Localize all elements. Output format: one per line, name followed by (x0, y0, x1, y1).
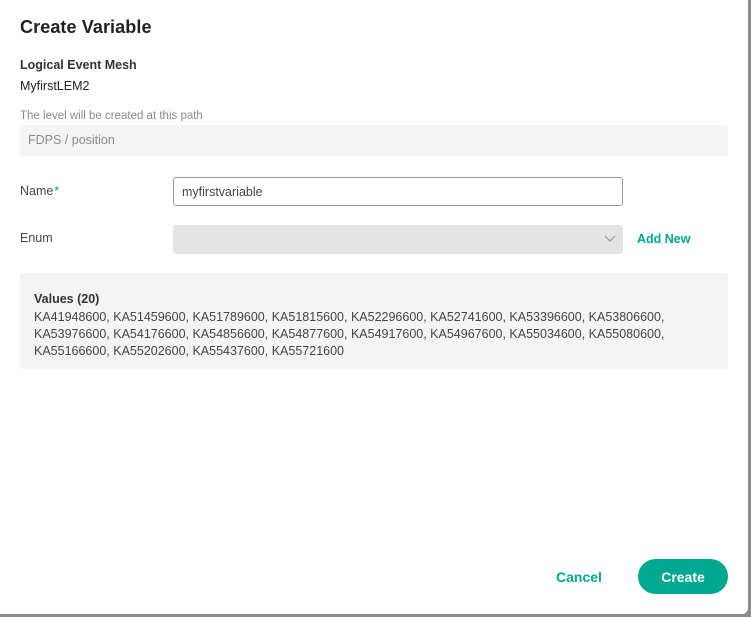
enum-label: Enum (20, 231, 53, 245)
name-label: Name* (20, 184, 59, 198)
lem-value: MyfirstLEM2 (20, 79, 90, 93)
cancel-button[interactable]: Cancel (540, 559, 618, 594)
chevron-down-icon (604, 235, 616, 242)
values-title: Values (20) (34, 292, 100, 306)
values-panel: Values (20) KA41948600, KA51459600, KA51… (20, 273, 728, 369)
add-new-enum-link[interactable]: Add New (637, 232, 690, 246)
name-input[interactable] (173, 177, 623, 206)
name-label-text: Name (20, 184, 54, 198)
path-label: The level will be created at this path (20, 110, 203, 122)
dialog-title: Create Variable (20, 17, 152, 37)
path-value: FDPS / position (28, 133, 115, 147)
create-variable-dialog: Create Variable Logical Event Mesh Myfir… (0, 0, 748, 614)
create-button[interactable]: Create (638, 559, 728, 594)
values-list: KA41948600, KA51459600, KA51789600, KA51… (34, 310, 665, 358)
path-field: FDPS / position (20, 125, 728, 156)
lem-label: Logical Event Mesh (20, 58, 137, 72)
required-mark: * (54, 184, 60, 198)
enum-select[interactable] (173, 225, 623, 254)
